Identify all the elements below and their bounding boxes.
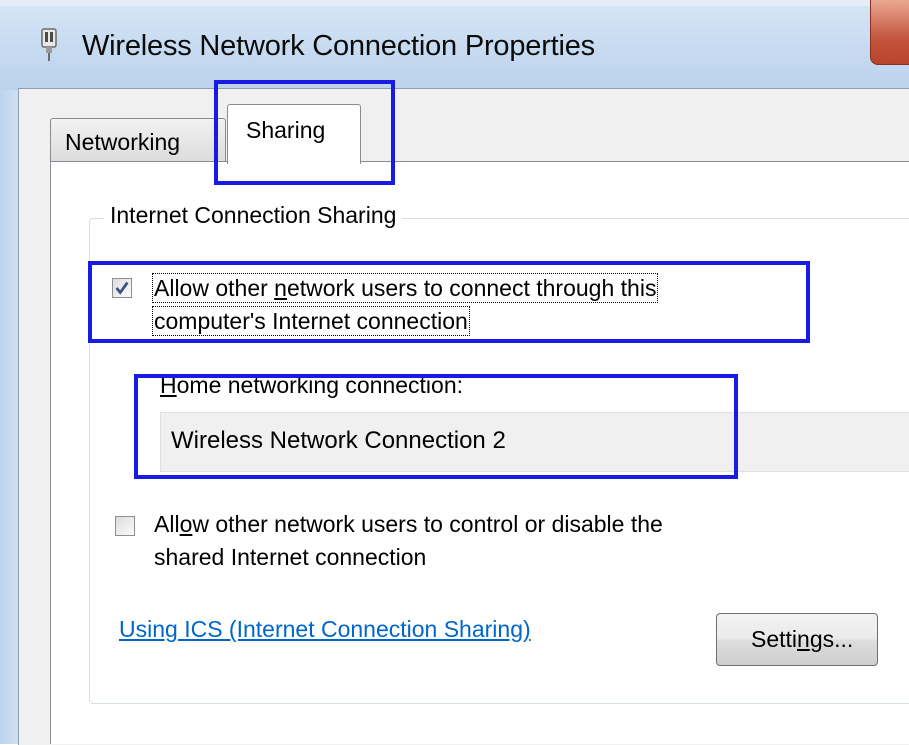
title-bar-edge xyxy=(0,0,909,6)
network-adapter-icon xyxy=(38,28,60,62)
home-connection-label: Home networking connection: xyxy=(160,372,464,398)
allow-control-label[interactable]: Allow other network users to control or … xyxy=(154,508,663,574)
tab-networking-label: Networking xyxy=(65,129,181,155)
allow-connect-checkbox[interactable] xyxy=(112,278,132,298)
window-title: Wireless Network Connection Properties xyxy=(82,30,595,62)
allow-connect-label[interactable]: Allow other network users to connect thr… xyxy=(151,272,659,338)
allow-control-line1: Allow other network users to control or … xyxy=(154,511,663,537)
settings-button[interactable]: Settings... xyxy=(716,613,878,666)
ics-group-label: Internet Connection Sharing xyxy=(104,202,403,229)
close-button[interactable] xyxy=(870,0,909,65)
title-bar[interactable]: Wireless Network Connection Properties xyxy=(0,0,909,90)
home-connection-field[interactable]: Wireless Network Connection 2 xyxy=(160,412,909,472)
ics-help-link[interactable]: Using ICS (Internet Connection Sharing) xyxy=(119,616,531,643)
tab-sharing[interactable]: Sharing xyxy=(227,104,361,164)
tab-sharing-label: Sharing xyxy=(246,117,326,143)
allow-control-line2: shared Internet connection xyxy=(154,544,427,570)
checkmark-icon xyxy=(115,281,129,295)
window-frame xyxy=(0,0,18,744)
tab-networking[interactable]: Networking xyxy=(50,118,226,162)
allow-connect-line2: computer's Internet connection xyxy=(152,306,470,336)
allow-control-checkbox[interactable] xyxy=(115,516,135,536)
home-connection-value: Wireless Network Connection 2 xyxy=(171,427,506,454)
allow-connect-line1: Allow other network users to connect thr… xyxy=(151,273,659,303)
